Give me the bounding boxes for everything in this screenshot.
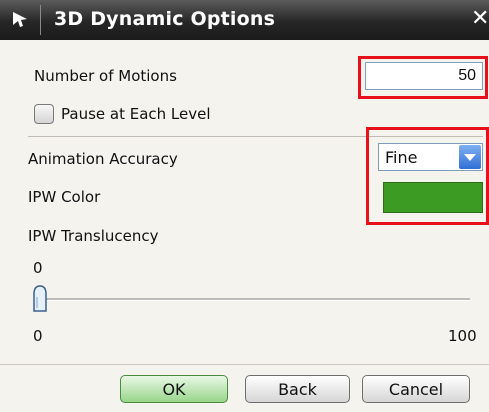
accuracy-dropdown[interactable]: Fine bbox=[378, 143, 483, 171]
back-button[interactable]: Back bbox=[245, 375, 350, 403]
accuracy-value: Fine bbox=[385, 148, 418, 167]
motions-input[interactable] bbox=[365, 62, 483, 90]
window-title: 3D Dynamic Options bbox=[54, 8, 276, 30]
dialog-window: 3D Dynamic Options ✕ Number of Motions P… bbox=[0, 0, 489, 412]
cursor-arrow-icon bbox=[13, 12, 27, 27]
slider-max-label: 100 bbox=[448, 327, 477, 345]
translucency-slider-track[interactable] bbox=[40, 298, 470, 301]
chevron-down-icon[interactable] bbox=[459, 145, 481, 169]
close-button[interactable]: ✕ bbox=[471, 7, 489, 31]
translucency-label: IPW Translucency bbox=[28, 227, 159, 245]
pause-checkbox[interactable] bbox=[34, 104, 54, 124]
ok-button[interactable]: OK bbox=[120, 375, 228, 403]
translucency-current-value: 0 bbox=[33, 259, 43, 277]
pause-label: Pause at Each Level bbox=[61, 105, 211, 123]
ipw-color-swatch[interactable] bbox=[383, 182, 483, 213]
translucency-slider-thumb[interactable] bbox=[33, 285, 47, 313]
motions-label: Number of Motions bbox=[34, 67, 177, 85]
footer-divider bbox=[0, 364, 489, 365]
section-divider bbox=[28, 136, 483, 137]
title-bar: 3D Dynamic Options ✕ bbox=[0, 0, 489, 40]
accuracy-label: Animation Accuracy bbox=[28, 150, 178, 168]
cancel-button[interactable]: Cancel bbox=[362, 375, 470, 403]
slider-min-label: 0 bbox=[33, 327, 43, 345]
ipw-color-label: IPW Color bbox=[28, 188, 101, 206]
title-separator bbox=[40, 5, 41, 35]
